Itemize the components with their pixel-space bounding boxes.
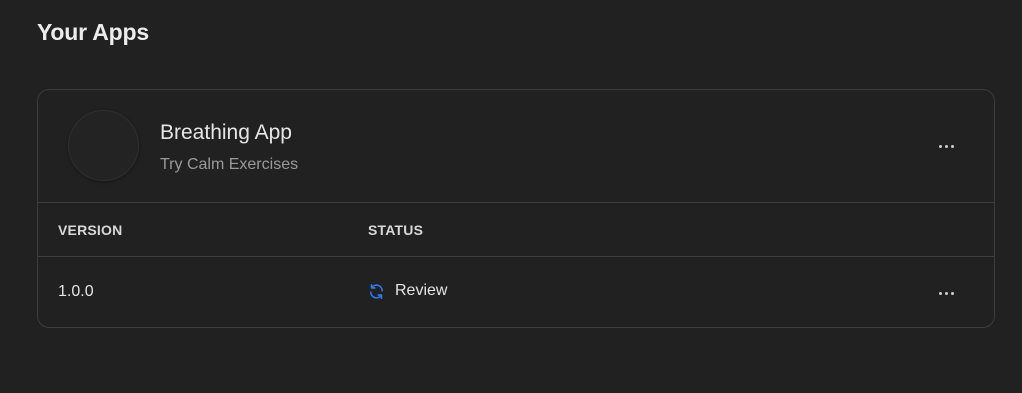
more-horizontal-icon: [938, 144, 942, 148]
your-apps-page: Your Apps Breathing App Try Calm Exercis…: [0, 0, 1022, 393]
status-text: Review: [395, 282, 448, 299]
table-row: 1.0.0 Review: [38, 257, 994, 327]
status-cell: Review: [368, 282, 447, 300]
column-header-status: STATUS: [368, 222, 424, 238]
page-title: Your Apps: [37, 19, 149, 45]
column-header-version: VERSION: [58, 222, 123, 238]
app-card: Breathing App Try Calm Exercises VERSION…: [37, 89, 995, 328]
app-name: Breathing App: [160, 121, 292, 144]
app-subtitle: Try Calm Exercises: [160, 156, 299, 173]
refresh-icon: [370, 283, 383, 299]
app-icon: [68, 110, 139, 181]
version-cell: 1.0.0: [58, 283, 94, 300]
app-more-options-button[interactable]: [932, 134, 960, 158]
app-header: Breathing App Try Calm Exercises: [38, 90, 994, 203]
version-more-options-button[interactable]: [932, 281, 960, 305]
versions-table-header: VERSION STATUS: [38, 203, 994, 257]
more-horizontal-icon: [938, 291, 942, 295]
